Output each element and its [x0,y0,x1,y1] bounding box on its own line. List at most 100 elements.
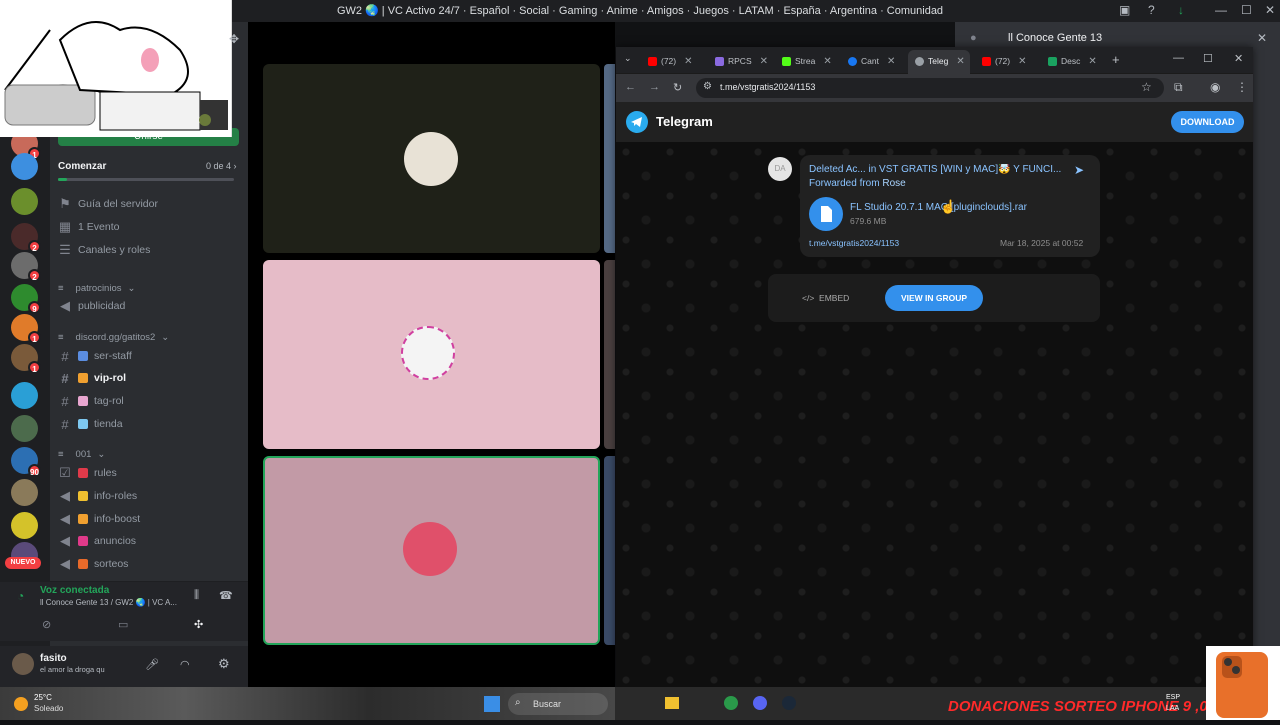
server-icon[interactable] [11,153,38,180]
close-icon[interactable]: ✕ [887,56,895,67]
disconnect-icon[interactable]: ☎ [219,589,233,602]
tab[interactable]: (72) ✕ [648,51,693,71]
server-icon[interactable] [11,188,38,215]
share-icon[interactable]: ➤ [1074,163,1084,177]
tab[interactable]: Desc ✕ [1048,51,1097,71]
weather-description[interactable]: Soleado [34,704,63,713]
back-icon[interactable]: ← [625,81,636,93]
server-icon[interactable]: 9 [11,284,41,314]
server-icon[interactable]: 1 [11,344,41,374]
category-001[interactable]: ≡ 001 ⌄ [58,449,105,460]
download-update-icon[interactable]: ↓ [1178,3,1184,17]
view-in-group-button[interactable]: VIEW IN GROUP [885,285,983,311]
getting-started-label[interactable]: Comenzar [58,161,106,172]
channel-tienda[interactable]: # tienda [58,414,238,434]
channel-events[interactable]: ▦ 1 Evento [58,217,238,237]
server-icon[interactable] [11,512,38,539]
close-icon[interactable]: ✕ [823,56,831,67]
server-icon[interactable] [11,479,38,506]
telegram-brand[interactable]: Telegram [656,114,713,129]
discord-icon[interactable] [753,696,767,710]
gear-icon[interactable]: ⚙ [218,656,230,672]
camera-off-icon[interactable]: ⊘ [42,618,51,631]
minimize-icon[interactable]: — [1173,52,1184,64]
server-icon[interactable]: 2 [11,223,41,253]
server-icon[interactable]: 1 [11,314,41,344]
server-icon[interactable]: 2 [11,252,41,282]
activities-icon[interactable]: ✣ [194,618,203,631]
pin-icon[interactable]: ✥ [229,32,239,46]
channel-guide[interactable]: ⚑ Guía del servidor [58,194,238,214]
close-icon[interactable]: ✕ [1265,3,1275,17]
channel-info-boost[interactable]: ◀ info-boost [58,509,238,529]
soundboard-icon[interactable]: ⫼ [194,589,199,602]
tab[interactable]: RPCS ✕ [715,51,768,71]
screen-share-icon[interactable]: ▭ [118,618,128,631]
embed-button[interactable]: </> EMBED [802,293,849,303]
voice-status[interactable]: Voz conectada [40,585,109,596]
video-tile[interactable] [263,64,600,253]
help-icon[interactable]: ? [1148,3,1155,17]
channel-anuncios[interactable]: ◀ anuncios [58,531,238,551]
steam-icon[interactable] [782,696,796,710]
language-indicator[interactable]: ESP [1166,694,1180,701]
weather-temperature[interactable]: 25°C [34,693,52,702]
inbox-icon[interactable]: ▣ [1119,3,1130,17]
channel-tag-rol[interactable]: # tag-rol [58,391,238,411]
signal-icon[interactable]: ◔ [17,589,24,603]
server-icon[interactable] [11,382,38,409]
close-icon[interactable]: ✕ [1257,31,1267,45]
maximize-icon[interactable]: ☐ [1203,52,1213,65]
forward-icon[interactable]: → [649,81,660,93]
profile-icon[interactable]: ◉ [1210,80,1220,94]
file-icon[interactable] [809,197,843,231]
tab[interactable]: Strea ✕ [782,51,832,71]
close-icon[interactable]: ✕ [760,56,768,67]
region-indicator[interactable]: LAA [1166,705,1179,712]
reload-icon[interactable]: ↻ [673,81,682,94]
tab[interactable]: (72) ✕ [982,51,1027,71]
chrome-icon[interactable] [724,696,738,710]
category-discord-link[interactable]: ≡ discord.gg/gatitos2 ⌄ [58,332,169,343]
channel-publicidad[interactable]: ◀ publicidad [58,296,238,316]
telegram-logo-icon[interactable] [626,111,648,133]
username[interactable]: fasito [40,653,67,664]
close-icon[interactable]: ✕ [1088,56,1096,67]
new-badge[interactable]: NUEVO [5,557,41,569]
close-icon[interactable]: ✕ [956,56,964,67]
channel-info-roles[interactable]: ◀ info-roles [58,486,238,506]
message-link[interactable]: t.me/vstgratis2024/1153 [809,238,899,248]
url-text[interactable]: t.me/vstgratis2024/1153 [720,82,815,92]
minimize-icon[interactable]: — [1215,3,1227,17]
folder-icon[interactable] [665,697,679,709]
windows-start-icon[interactable] [484,696,500,712]
site-info-icon[interactable]: ⚙ [703,81,712,92]
maximize-icon[interactable]: ☐ [1241,3,1252,17]
microphone-icon[interactable]: 🎤︎ [145,658,159,671]
channel-rules[interactable]: ☑ rules [58,463,238,483]
tab[interactable]: Cant ✕ [848,51,895,71]
channel-sorteos[interactable]: ◀ sorteos [58,554,238,574]
bookmark-star-icon[interactable]: ☆ [1141,80,1152,94]
close-icon[interactable]: ✕ [1018,56,1026,67]
sender-avatar[interactable]: DA [768,157,792,181]
message-sender[interactable]: Deleted Ac... in VST GRATIS [WIN y MAC]🤯… [809,164,1079,175]
extensions-icon[interactable]: ⧉ [1174,80,1183,95]
channel-ser-staff[interactable]: # ser-staff [58,346,238,366]
voice-channel-name[interactable]: ll Conoce Gente 13 / GW2 🌏 | VC A... [40,598,190,607]
channel-roles[interactable]: ☰ Canales y roles [58,240,238,260]
tab-active[interactable]: Teleg ✕ [915,51,965,71]
category-patrocinios[interactable]: ≡ patrocinios ⌄ [58,283,135,294]
sun-icon[interactable] [14,697,28,711]
forwarded-name[interactable]: Rose [882,178,905,189]
avatar[interactable] [12,653,34,675]
new-tab-icon[interactable]: + [1112,52,1120,67]
close-icon[interactable]: ✕ [684,56,692,67]
download-button[interactable]: DOWNLOAD [1171,111,1244,133]
server-icon[interactable] [11,415,38,442]
headphones-icon[interactable]: ◠ [180,658,190,671]
video-tile[interactable] [263,260,600,449]
channel-vip-rol[interactable]: # vip-rol [58,368,238,388]
video-tile-speaking[interactable] [263,456,600,645]
tab-search-icon[interactable]: ⌄ [624,53,632,64]
